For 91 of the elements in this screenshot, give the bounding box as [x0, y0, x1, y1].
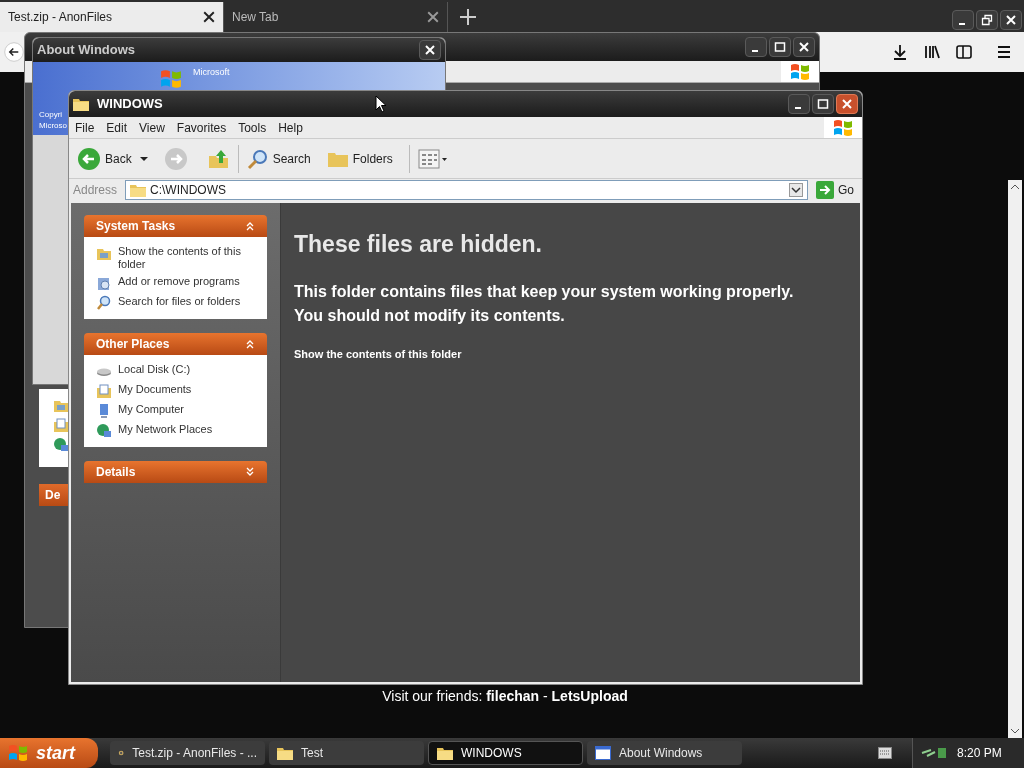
menu-icon[interactable] — [996, 44, 1012, 60]
back-icon[interactable] — [4, 42, 24, 62]
close-icon — [424, 44, 436, 56]
windows-logo-icon — [790, 61, 810, 82]
back-button[interactable]: Back — [77, 146, 132, 171]
task-link[interactable]: Local Disk (C:) — [118, 363, 191, 376]
new-tab-icon[interactable] — [460, 9, 476, 25]
close-icon — [1005, 14, 1017, 26]
expand-chevron-icon[interactable] — [245, 467, 255, 477]
network-globe-icon — [96, 423, 112, 439]
maximize-button[interactable] — [769, 37, 791, 57]
footer-text: Visit our friends: filechan - LetsUpload — [381, 687, 629, 706]
panel-header[interactable]: Other Places — [84, 333, 267, 355]
folder-icon — [73, 96, 89, 112]
windows-logo-icon — [8, 743, 28, 763]
scrollbar[interactable] — [1008, 180, 1022, 738]
search-icon — [246, 147, 269, 170]
address-field[interactable]: C:\WINDOWS — [125, 180, 808, 200]
panel-header[interactable]: System Tasks — [84, 215, 267, 237]
minimize-button[interactable] — [788, 94, 810, 114]
menu-item[interactable]: File — [69, 118, 101, 137]
keyboard-icon[interactable] — [878, 747, 892, 759]
folder-icon — [277, 746, 293, 760]
task-link[interactable]: My Computer — [118, 403, 185, 416]
folder-icon — [130, 182, 146, 198]
go-button[interactable]: Go — [812, 181, 858, 199]
panel-header[interactable]: Details — [84, 461, 267, 483]
network-globe-icon — [53, 437, 69, 453]
restore-button[interactable] — [976, 10, 998, 30]
menu-item[interactable]: Tools — [232, 118, 273, 137]
address-label: Address — [73, 182, 119, 199]
show-contents-link[interactable]: Show the contents of this folder — [294, 345, 462, 362]
sidebar-icon[interactable] — [956, 44, 972, 60]
task-link[interactable]: My Network Places — [118, 423, 213, 436]
task-link[interactable]: My Documents — [118, 383, 192, 396]
browser-tab[interactable]: Test.zip - AnonFiles — [0, 2, 224, 32]
task-link[interactable]: Search for files or folders — [118, 295, 241, 308]
menu-item[interactable]: Edit — [100, 118, 134, 137]
heading: These files are hidden. — [294, 230, 543, 259]
minimize-icon — [794, 107, 801, 109]
clock: 8:20 PM — [957, 745, 1002, 762]
views-button[interactable] — [417, 148, 448, 169]
network-icon[interactable] — [921, 746, 949, 760]
menu-item[interactable]: Help — [272, 118, 309, 137]
task-link[interactable]: Show the contents of this folder — [118, 245, 255, 271]
collapse-chevron-icon[interactable] — [245, 339, 255, 349]
taskbar-button[interactable]: WINDOWS — [428, 741, 583, 765]
minimize-button[interactable] — [745, 37, 767, 57]
copyright-text: Copyri Microso — [39, 109, 67, 131]
folder-icon — [437, 746, 453, 760]
maximize-icon — [774, 41, 786, 53]
maximize-icon — [817, 98, 829, 110]
minimize-icon — [958, 23, 965, 25]
collapse-chevron-icon[interactable] — [245, 221, 255, 231]
menu-item[interactable]: View — [133, 118, 171, 137]
restore-icon — [981, 14, 993, 26]
search-icon — [96, 295, 112, 311]
search-button[interactable]: Search — [246, 147, 311, 170]
cursor-icon — [375, 95, 387, 113]
close-tab-icon[interactable] — [203, 11, 215, 23]
documents-folder-icon — [96, 383, 112, 399]
close-button[interactable] — [419, 40, 441, 60]
cd-box-icon — [96, 275, 112, 291]
start-button[interactable]: start — [0, 738, 98, 768]
close-icon — [798, 41, 810, 53]
tab-title: New Tab — [232, 9, 280, 26]
dropdown-caret-icon[interactable] — [139, 154, 148, 163]
download-icon[interactable] — [892, 44, 908, 60]
windows-logo-icon — [833, 117, 853, 138]
close-button[interactable] — [793, 37, 815, 57]
message-text: This folder contains files that keep your system working properly. You should not modify its contents. — [294, 281, 795, 326]
close-button[interactable] — [1000, 10, 1022, 30]
menu-item[interactable]: Favorites — [170, 118, 233, 137]
window-title: About Windows — [37, 41, 137, 60]
minimize-icon — [751, 50, 758, 52]
brand-text: Microsoft — [193, 68, 230, 77]
views-icon — [417, 148, 448, 169]
maximize-button[interactable] — [812, 94, 834, 114]
minimize-button[interactable] — [952, 10, 974, 30]
panel-header-stub[interactable]: De — [39, 484, 69, 506]
close-icon — [841, 98, 853, 110]
task-link[interactable]: Add or remove programs — [118, 275, 240, 288]
taskbar-button[interactable]: About Windows — [587, 741, 742, 765]
close-button[interactable] — [836, 94, 858, 114]
library-icon[interactable] — [924, 44, 940, 60]
tab-title: Test.zip - AnonFiles — [8, 9, 114, 26]
taskbar-button[interactable]: Test — [269, 741, 424, 765]
folders-button[interactable]: Folders — [326, 149, 393, 168]
window-icon — [595, 746, 611, 760]
taskbar-button[interactable]: Test.zip - AnonFiles - ... — [110, 741, 265, 765]
window-title: WINDOWS — [97, 95, 163, 114]
